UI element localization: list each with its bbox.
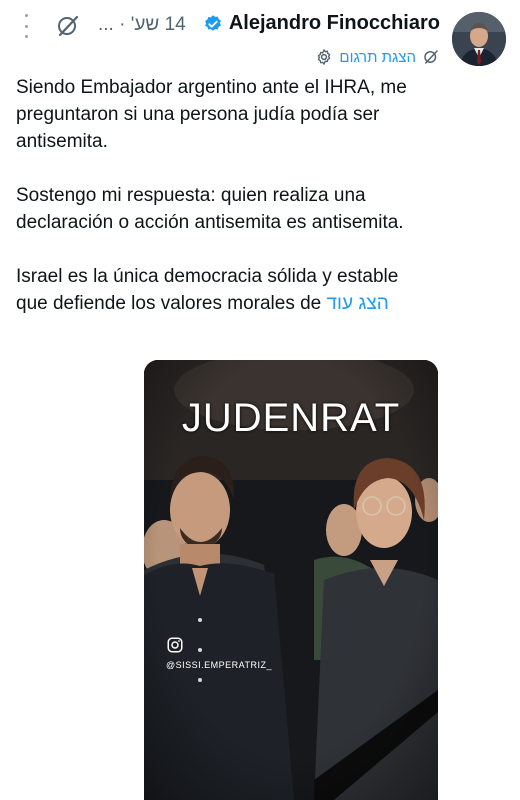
translate-row[interactable]: הצגת תרגום [315, 48, 440, 66]
instagram-icon [167, 637, 183, 653]
avatar[interactable] [452, 12, 506, 66]
gear-icon[interactable] [315, 48, 333, 66]
post-video[interactable]: JUDENRAT @SISSI.EMPERATRIZ_ [144, 360, 438, 800]
post-paragraph: Siendo Embajador argentino ante el IHRA,… [16, 77, 407, 152]
show-translation-link[interactable]: הצגת תרגום [339, 49, 416, 66]
verified-badge-icon [204, 14, 221, 31]
grok-icon[interactable] [56, 14, 80, 38]
grok-icon [424, 50, 438, 64]
author-row[interactable]: Alejandro Finocchiaro [203, 12, 440, 35]
more-vertical-icon[interactable] [22, 14, 30, 38]
post-header: 14 שע' · ... Alejandro Finocchiaro הצגת … [0, 0, 520, 80]
post-paragraph: Sostengo mi respuesta: quien realiza una… [16, 185, 404, 233]
video-overlay-title: JUDENRAT [181, 396, 401, 440]
watermark-handle: @SISSI.EMPERATRIZ_ [166, 660, 272, 670]
post-body: Siendo Embajador argentino ante el IHRA,… [16, 74, 426, 344]
post-paragraph-last: Israel es la única democracia sólida y e… [16, 263, 426, 317]
post-timestamp[interactable]: 14 שע' · ... [98, 14, 186, 36]
author-name[interactable]: Alejandro Finocchiaro [229, 12, 440, 35]
show-more-link[interactable]: הצג עוד [327, 293, 389, 314]
video-watermark: @SISSI.EMPERATRIZ_ [166, 636, 272, 670]
